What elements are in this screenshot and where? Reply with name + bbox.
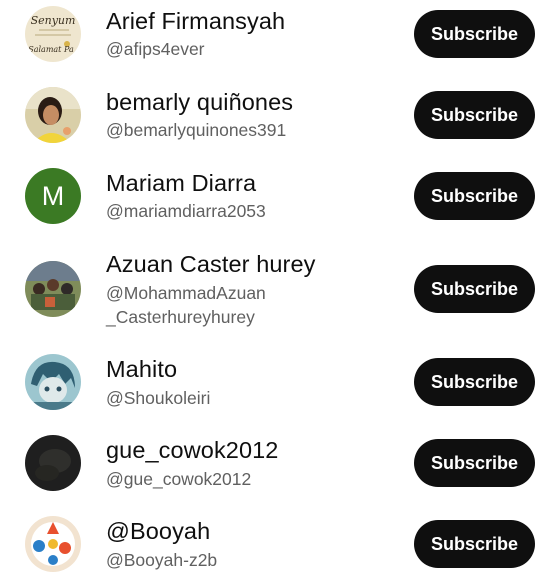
channel-handle-line1: @MohammadAzuan <box>106 283 266 303</box>
channel-name: Azuan Caster hurey <box>106 251 316 277</box>
channel-handle: @Booyah-z2b <box>106 550 218 570</box>
subscribe-button[interactable]: Subscribe <box>414 172 535 220</box>
subscribe-button[interactable]: Subscribe <box>414 439 535 487</box>
channel-handle: @gue_cowok2012 <box>106 469 252 489</box>
subscribe-button[interactable]: Subscribe <box>414 358 535 406</box>
channel-name: Mahito <box>106 356 178 382</box>
svg-text:Salamat Pa: Salamat Pa <box>28 45 74 54</box>
channel-avatar[interactable]: Senyum Salamat Pa <box>25 6 81 62</box>
channel-avatar[interactable]: M <box>25 168 81 224</box>
channel-avatar[interactable] <box>25 435 81 491</box>
channel-name: gue_cowok2012 <box>106 437 279 463</box>
subscribe-button[interactable]: Subscribe <box>414 91 535 139</box>
channel-name: Mariam Diarra <box>106 170 257 196</box>
channel-avatar[interactable] <box>25 354 81 410</box>
channel-avatar[interactable] <box>25 261 81 317</box>
channel-name: Arief Firmansyah <box>106 8 286 34</box>
channel-avatar[interactable] <box>25 516 81 572</box>
channel-handle: @bemarlyquinones391 <box>106 120 287 140</box>
channel-handle: @Shoukoleiri <box>106 388 211 408</box>
channel-avatar[interactable] <box>25 87 81 143</box>
subscribe-button[interactable]: Subscribe <box>414 10 535 58</box>
channel-name: @Booyah <box>106 518 211 544</box>
channel-handle: @afips4ever <box>106 39 205 59</box>
channel-handle-line2: _Casterhureyhurey <box>106 307 255 327</box>
channel-handle: @mariamdiarra2053 <box>106 201 266 221</box>
subscribe-button[interactable]: Subscribe <box>414 520 535 568</box>
channel-name: bemarly quiñones <box>106 89 294 115</box>
svg-text:Senyum: Senyum <box>31 14 76 27</box>
subscribe-button[interactable]: Subscribe <box>414 265 535 313</box>
avatar-letter: M <box>41 180 65 211</box>
